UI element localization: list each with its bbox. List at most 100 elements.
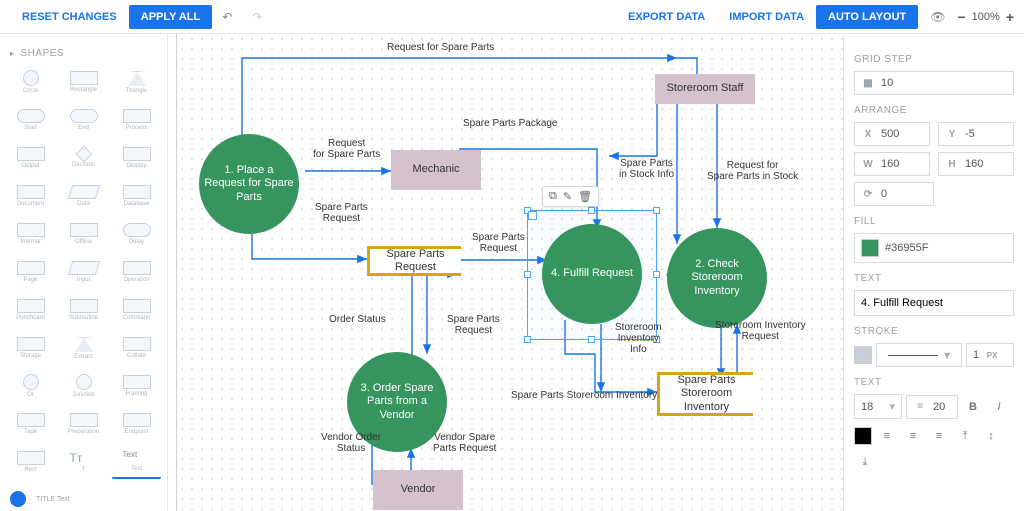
fill-input[interactable]: #36955F	[854, 233, 1014, 263]
properties-panel: GRID STEP ▦10 ARRANGE X500 Y-5 W160 H160…	[844, 34, 1024, 511]
shape-output[interactable]: Output	[6, 141, 55, 175]
shape-internal[interactable]: Internal	[6, 217, 55, 251]
edge-label: Vendor Order Status	[321, 432, 381, 454]
shape-delay[interactable]: Delay	[112, 217, 161, 251]
node-storeroom-inventory[interactable]: Spare Parts Storeroom Inventory	[657, 372, 753, 416]
delete-icon[interactable]: 🗑	[578, 190, 592, 203]
grid-icon: ▦	[861, 78, 875, 89]
font-size-input[interactable]: 18▾	[854, 394, 902, 419]
x-input[interactable]: X500	[854, 122, 930, 146]
shape-page[interactable]: Page	[6, 255, 55, 289]
rotate-icon: ⟳	[861, 189, 875, 200]
shape-subroutine[interactable]: Subroutine	[59, 293, 108, 327]
section-text: TEXT	[854, 273, 1014, 284]
valign-top-icon[interactable]: ⤒	[954, 425, 976, 447]
shape-punchcard[interactable]: Punchcard	[6, 293, 55, 327]
shape-rect[interactable]: Rectangle	[59, 65, 108, 99]
redo-icon[interactable]: ↷	[252, 10, 262, 24]
visibility-icon[interactable]: 👁	[930, 10, 945, 24]
node-fulfill-request[interactable]: 4. Fulfill Request	[542, 224, 642, 324]
node-storeroom-staff[interactable]: Storeroom Staff	[655, 74, 755, 104]
fill-swatch[interactable]	[861, 239, 879, 257]
valign-bottom-icon[interactable]: ⤓	[854, 451, 876, 473]
shape-endpoint[interactable]: Endpoint	[112, 407, 161, 441]
node-place-request[interactable]: 1. Place a Request for Spare Parts	[199, 134, 299, 234]
shape-tt[interactable]: TᴛT	[59, 445, 108, 479]
shape-end[interactable]: End	[59, 103, 108, 137]
shape-preparation[interactable]: Preparation	[59, 407, 108, 441]
shape-database[interactable]: Database	[112, 179, 161, 213]
canvas[interactable]: 1. Place a Request for Spare Parts Mecha…	[176, 34, 843, 511]
zoom-in-icon[interactable]: +	[1006, 9, 1014, 25]
section-text2: TEXT	[854, 377, 1014, 388]
shape-display[interactable]: Display	[112, 141, 161, 175]
shape-rect2[interactable]: Rect	[6, 445, 55, 479]
shape-storage[interactable]: Storage	[6, 331, 55, 365]
w-input[interactable]: W160	[854, 152, 930, 176]
section-stroke: STROKE	[854, 326, 1014, 337]
edge-label: Spare Parts Storeroom Inventory	[511, 390, 657, 401]
shape-offline[interactable]: Offline	[59, 217, 108, 251]
align-left-icon[interactable]: ≡	[876, 425, 898, 447]
zoom-out-icon[interactable]: −	[957, 9, 965, 25]
node-vendor[interactable]: Vendor	[373, 470, 463, 510]
reset-button[interactable]: RESET CHANGES	[10, 5, 129, 29]
shape-text[interactable]: TextText	[112, 445, 161, 479]
edge-label: Request for Spare Parts	[313, 138, 380, 160]
export-button[interactable]: EXPORT DATA	[616, 5, 717, 29]
edge-label: Request for Spare Parts in Stock	[707, 160, 798, 182]
shape-extract[interactable]: Extract	[59, 331, 108, 365]
shape-operation[interactable]: Operation	[112, 255, 161, 289]
stroke-width-input[interactable]: 1PX	[966, 343, 1014, 367]
shape-decision[interactable]: Decision	[59, 141, 108, 175]
auto-layout-button[interactable]: AUTO LAYOUT	[816, 5, 918, 29]
h-input[interactable]: H160	[938, 152, 1014, 176]
node-spare-parts-request[interactable]: Spare Parts Request	[367, 246, 461, 276]
align-right-icon[interactable]: ≡	[928, 425, 950, 447]
edge-label: Storeroom Inventory Request	[715, 320, 806, 342]
y-input[interactable]: Y-5	[938, 122, 1014, 146]
shape-or[interactable]: Or	[6, 369, 55, 403]
bold-button[interactable]: B	[962, 396, 984, 418]
color-dot-icon[interactable]	[10, 491, 26, 507]
apply-button[interactable]: APPLY ALL	[129, 5, 213, 29]
rotation-input[interactable]: ⟳0	[854, 182, 934, 206]
node-check-inventory[interactable]: 2. Check Storeroom Inventory	[667, 228, 767, 328]
shape-junction[interactable]: Junction	[59, 369, 108, 403]
align-center-icon[interactable]: ≡	[902, 425, 924, 447]
section-grid-step: GRID STEP	[854, 54, 1014, 65]
stroke-style-select[interactable]: ▾	[876, 343, 962, 367]
shape-triangle[interactable]: Triangle	[112, 65, 161, 99]
stroke-swatch[interactable]	[854, 346, 872, 364]
edge-label: Spare Parts Package	[463, 118, 558, 129]
shape-command[interactable]: Command	[112, 293, 161, 327]
shape-collate[interactable]: Collate	[112, 331, 161, 365]
undo-icon[interactable]: ↶	[222, 10, 232, 24]
grid-step-input[interactable]: ▦10	[854, 71, 1014, 95]
import-button[interactable]: IMPORT DATA	[717, 5, 816, 29]
shape-framing[interactable]: Framing	[112, 369, 161, 403]
line-height-input[interactable]: ≡20	[906, 395, 958, 419]
edge-label: Spare Parts Request	[472, 232, 525, 254]
italic-button[interactable]: I	[988, 396, 1010, 418]
valign-middle-icon[interactable]: ↕	[980, 425, 1002, 447]
shape-input[interactable]: Input	[59, 255, 108, 289]
zoom-value: 100%	[972, 11, 1000, 23]
edit-icon[interactable]: ✎	[563, 190, 572, 203]
shape-start[interactable]: Start	[6, 103, 55, 137]
title-text-label: TITLE Text	[36, 496, 70, 503]
shape-data[interactable]: Data	[59, 179, 108, 213]
section-fill: FILL	[854, 216, 1014, 227]
text-input[interactable]	[854, 290, 1014, 316]
shape-circle[interactable]: Circle	[6, 65, 55, 99]
node-toolbar[interactable]: ⧉ ✎ 🗑	[542, 186, 599, 207]
shape-document[interactable]: Document	[6, 179, 55, 213]
text-color-swatch[interactable]	[854, 427, 872, 445]
shapes-title[interactable]: SHAPES	[6, 42, 161, 65]
node-mechanic[interactable]: Mechanic	[391, 150, 481, 190]
edge-label: Request for Spare Parts	[387, 42, 494, 53]
copy-icon[interactable]: ⧉	[549, 190, 557, 203]
shape-process[interactable]: Process	[112, 103, 161, 137]
shape-tape[interactable]: Tape	[6, 407, 55, 441]
section-arrange: ARRANGE	[854, 105, 1014, 116]
